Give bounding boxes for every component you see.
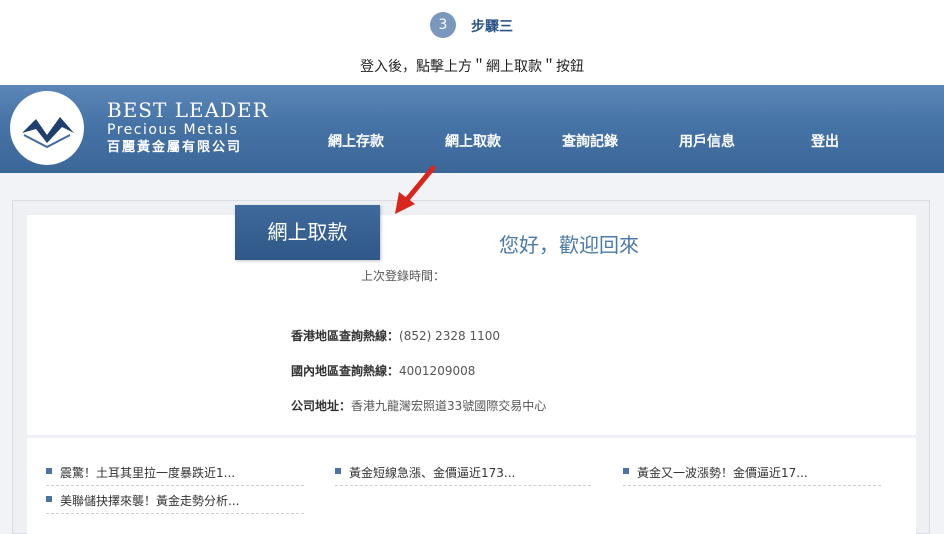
company-address: 公司地址：香港九龍灣宏照道33號國際交易中心 — [291, 397, 546, 414]
nav-logout[interactable]: 登出 — [811, 131, 839, 151]
bullet-icon — [623, 468, 629, 474]
instruction-text: 登入後，點擊上方＂網上取款＂按鈕 — [360, 59, 584, 75]
step-title: 步驟三 — [471, 19, 513, 35]
withdraw-button[interactable]: 網上取款 — [235, 205, 380, 260]
company-address-label: 公司地址： — [291, 399, 352, 413]
bullet-icon — [46, 468, 52, 474]
cn-hotline: 國內地區查詢熱線：4001209008 — [291, 362, 475, 379]
company-address-value: 香港九龍灣宏照道33號國際交易中心 — [351, 399, 547, 413]
news-item[interactable]: 震驚！土耳其里拉一度暴跌近1... — [46, 464, 304, 486]
main-nav: 網上存款 網上取款 查詢記錄 用戶信息 登出 — [0, 131, 944, 151]
welcome-message: 您好，歡迎回來 — [499, 233, 639, 257]
news-title: 震驚！土耳其里拉一度暴跌近1... — [60, 466, 236, 480]
news-card — [27, 438, 916, 534]
step-number-badge: 3 — [430, 12, 456, 38]
logo-icon — [10, 91, 84, 165]
nav-deposit[interactable]: 網上存款 — [328, 131, 384, 151]
pointer-arrow-icon — [395, 165, 436, 214]
hk-hotline-value: (852) 2328 1100 — [399, 329, 500, 343]
news-item[interactable]: 黃金又一波漲勢！金價逼近17... — [623, 464, 881, 486]
brand-name-en: BEST LEADER — [107, 98, 269, 122]
hk-hotline: 香港地區查詢熱線：(852) 2328 1100 — [291, 327, 500, 344]
nav-user-info[interactable]: 用戶信息 — [679, 131, 735, 151]
news-item[interactable]: 美聯儲抉擇來襲！黃金走勢分析... — [46, 492, 304, 514]
step-header: 3 步驟三 — [0, 10, 944, 40]
bullet-icon — [46, 496, 52, 502]
news-title: 美聯儲抉擇來襲！黃金走勢分析... — [60, 494, 240, 508]
news-title: 黃金又一波漲勢！金價逼近17... — [637, 466, 808, 480]
nav-records[interactable]: 查詢記錄 — [562, 131, 618, 151]
news-title: 黃金短線急漲、金價逼近173... — [349, 466, 516, 480]
news-item[interactable]: 黃金短線急漲、金價逼近173... — [335, 464, 591, 486]
bullet-icon — [335, 468, 341, 474]
last-login-label: 上次登錄時間： — [361, 269, 446, 283]
hk-hotline-label: 香港地區查詢熱線： — [291, 329, 400, 343]
site-header: BEST LEADER Precious Metals 百麗黃金屬有限公司 網上… — [0, 85, 944, 173]
cn-hotline-value: 4001209008 — [399, 364, 476, 378]
cn-hotline-label: 國內地區查詢熱線： — [291, 364, 400, 378]
nav-withdraw[interactable]: 網上取款 — [445, 131, 501, 151]
